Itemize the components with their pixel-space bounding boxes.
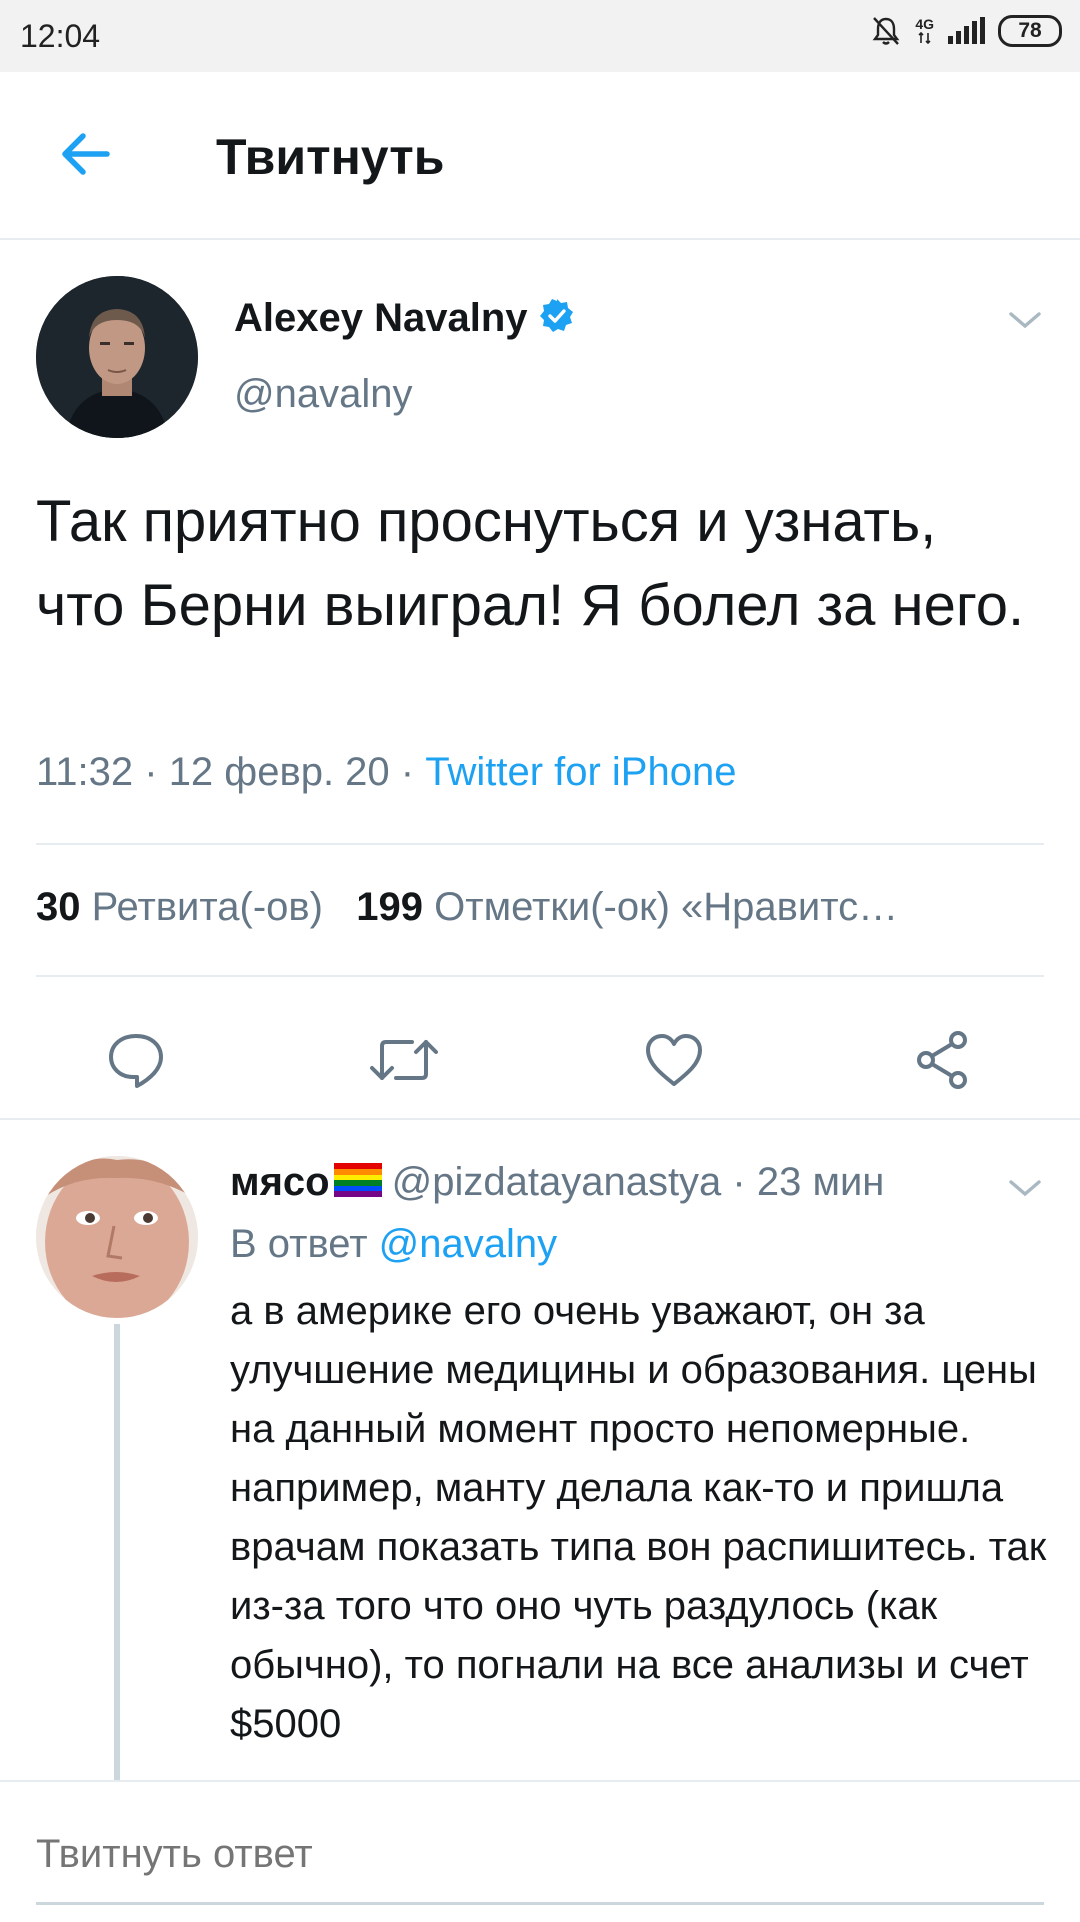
- main-tweet: Alexey Navalny @navalny Так приятно прос…: [0, 240, 1080, 1120]
- rainbow-flag-icon: [333, 1163, 382, 1197]
- speech-bubble-icon: [109, 1034, 163, 1088]
- reply-author-name[interactable]: мясо: [230, 1160, 330, 1204]
- author-name[interactable]: Alexey Navalny: [234, 296, 576, 341]
- reply-to-label: В ответ: [230, 1222, 368, 1266]
- back-button[interactable]: [50, 124, 120, 184]
- status-icons: 4G 78: [869, 14, 1062, 48]
- battery-indicator: 78: [998, 15, 1062, 47]
- divider: [36, 843, 1044, 845]
- share-icon: [917, 1031, 967, 1089]
- reply-author-handle[interactable]: @pizdatayanastya: [392, 1160, 722, 1204]
- reply-button[interactable]: [96, 1020, 176, 1100]
- thread-line: [114, 1324, 120, 1780]
- retweets-label: Ретвита(-ов): [91, 885, 323, 929]
- reply-avatar[interactable]: [36, 1156, 198, 1318]
- likes-label: Отметки(-ок) «Нравитс…: [434, 885, 899, 929]
- reply-tweet[interactable]: мясо @pizdatayanastya · 23 мин В ответ @…: [0, 1122, 1080, 1780]
- reply-header: мясо @pizdatayanastya · 23 мин: [230, 1160, 990, 1205]
- likes-stat[interactable]: 199 Отметки(-ок) «Нравитс…: [356, 885, 898, 929]
- author-avatar-image: [36, 276, 198, 438]
- retweet-icon: [370, 1040, 438, 1080]
- status-bar: 12:04 4G 78: [0, 0, 1080, 72]
- author-name-text: Alexey Navalny: [234, 296, 528, 340]
- compose-underline: [36, 1902, 1044, 1905]
- compose-bar: [0, 1780, 1080, 1922]
- tweet-options-button[interactable]: [1000, 300, 1050, 340]
- bell-off-icon: [872, 17, 900, 45]
- reply-to-line: В ответ @navalny: [230, 1222, 557, 1267]
- tweet-date: 12 февр. 20: [168, 750, 390, 794]
- reply-options-button[interactable]: [1000, 1168, 1050, 1208]
- tweet-stats: 30 Ретвита(-ов) 199 Отметки(-ок) «Нравит…: [36, 885, 1046, 930]
- reply-separator: ·: [721, 1160, 757, 1204]
- chevron-down-icon: [1009, 312, 1041, 329]
- network-indicator: 4G: [915, 17, 934, 45]
- section-divider: [0, 1118, 1080, 1120]
- meta-separator: ·: [389, 750, 426, 794]
- arrow-left-icon: [62, 133, 110, 175]
- reply-text: а в америке его очень уважают, он за улу…: [230, 1289, 1047, 1746]
- share-button[interactable]: [904, 1020, 984, 1100]
- reply-avatar-image: [36, 1156, 198, 1318]
- author-avatar[interactable]: [36, 276, 198, 438]
- heart-icon: [646, 1034, 702, 1086]
- divider: [36, 975, 1044, 977]
- tweet-actions: [0, 1010, 1080, 1110]
- tweet-time: 11:32: [36, 750, 134, 794]
- verified-badge-icon: [539, 299, 573, 332]
- likes-count: 199: [356, 885, 424, 929]
- retweets-stat[interactable]: 30 Ретвита(-ов): [36, 885, 323, 929]
- signal-arrows-icon: [918, 31, 931, 45]
- signal-strength-icon: [948, 17, 985, 44]
- top-bar: Твитнуть: [0, 72, 1080, 240]
- tweet-text: Так приятно проснуться и узнать, что Бер…: [36, 489, 1025, 638]
- retweets-count: 30: [36, 885, 81, 929]
- chevron-down-icon: [1009, 1180, 1041, 1197]
- status-time: 12:04: [20, 18, 101, 54]
- reply-input[interactable]: [36, 1824, 1046, 1884]
- network-type: 4G: [915, 16, 934, 32]
- meta-separator: ·: [133, 750, 169, 794]
- tweet-meta: 11:32 · 12 февр. 20 · Twitter for iPhone: [36, 750, 736, 795]
- author-handle[interactable]: @navalny: [234, 372, 412, 417]
- tweet-source-link[interactable]: Twitter for iPhone: [425, 750, 736, 794]
- page-title: Твитнуть: [216, 129, 445, 185]
- reply-to-mention[interactable]: @navalny: [379, 1222, 557, 1266]
- reply-time: 23 мин: [756, 1160, 885, 1204]
- like-button[interactable]: [634, 1020, 714, 1100]
- retweet-button[interactable]: [364, 1020, 444, 1100]
